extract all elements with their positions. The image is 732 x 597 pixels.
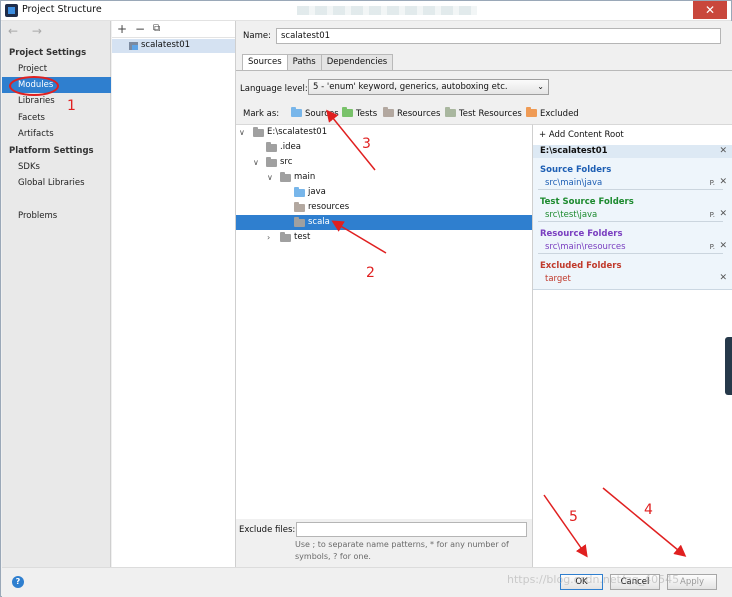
annotation-arrows — [326, 109, 687, 558]
annotation-label-5: 5 — [569, 509, 578, 525]
annotation-label-4: 4 — [644, 502, 653, 518]
arrow-5 — [543, 494, 588, 558]
annotation-label-3: 3 — [362, 136, 371, 152]
arrow-2 — [331, 220, 387, 254]
arrow-4 — [602, 487, 687, 557]
annotation-label-2: 2 — [366, 265, 375, 281]
annotation-label-1: 1 — [67, 98, 76, 114]
